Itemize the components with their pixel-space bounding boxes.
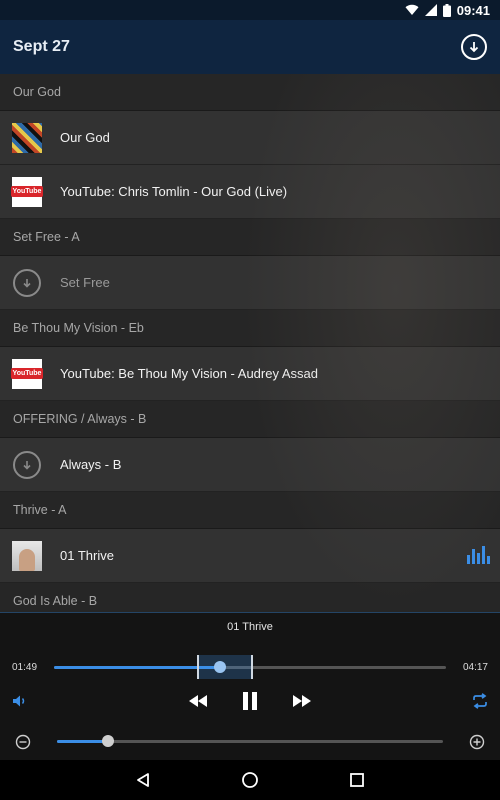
volume-slider-fill	[57, 740, 108, 743]
fast-forward-icon[interactable]	[290, 691, 314, 711]
navigation-bar	[0, 760, 500, 800]
wifi-icon	[405, 4, 419, 16]
album-art-our-god	[12, 122, 42, 153]
home-icon[interactable]	[241, 771, 259, 789]
list-item[interactable]: Always - B	[0, 438, 500, 492]
list-item[interactable]: YouTube YouTube: Chris Tomlin - Our God …	[0, 165, 500, 219]
section-header: Be Thou My Vision - Eb	[0, 310, 500, 347]
pause-icon[interactable]	[238, 689, 262, 713]
plus-icon[interactable]	[468, 733, 486, 751]
loop-region[interactable]	[197, 655, 253, 679]
page-title: Sept 27	[13, 38, 70, 55]
section-header: OFFERING / Always - B	[0, 401, 500, 438]
status-bar: 09:41	[0, 0, 500, 20]
minus-icon[interactable]	[14, 733, 32, 751]
download-icon[interactable]	[13, 450, 41, 479]
rewind-icon[interactable]	[186, 691, 210, 711]
repeat-icon[interactable]	[469, 691, 491, 711]
recents-icon[interactable]	[349, 772, 365, 788]
list-item-label: YouTube: Be Thou My Vision - Audrey Assa…	[60, 366, 318, 381]
media-player: 01 Thrive 01:49 04:17	[0, 612, 500, 761]
volume-slider-thumb[interactable]	[101, 735, 114, 747]
duration-time: 04:17	[462, 662, 488, 673]
list-item[interactable]: 01 Thrive	[0, 529, 500, 583]
section-header: God Is Able - B	[0, 583, 500, 612]
section-header: Our God	[0, 74, 500, 111]
list-item-label: Set Free	[60, 275, 110, 290]
list-item-label: Always - B	[60, 457, 122, 472]
section-header: Set Free - A	[0, 219, 500, 256]
now-playing-title: 01 Thrive	[227, 621, 273, 633]
album-art-thrive	[12, 540, 42, 571]
list-item-label: 01 Thrive	[60, 548, 114, 563]
equalizer-icon	[467, 546, 490, 564]
list-item-label: Our God	[60, 130, 110, 145]
section-header: Thrive - A	[0, 492, 500, 529]
volume-slider[interactable]	[57, 735, 443, 747]
cell-signal-icon	[424, 4, 437, 16]
seek-bar-fill	[54, 666, 221, 669]
elapsed-time: 01:49	[12, 662, 38, 673]
volume-icon[interactable]	[10, 692, 30, 710]
status-time: 09:41	[456, 2, 490, 18]
list-item-label: YouTube: Chris Tomlin - Our God (Live)	[60, 184, 288, 199]
list-item[interactable]: YouTube YouTube: Be Thou My Vision - Aud…	[0, 347, 500, 401]
app-bar: Sept 27	[0, 20, 500, 74]
list-item[interactable]: Our God	[0, 111, 500, 165]
download-icon[interactable]	[13, 268, 41, 297]
setlist[interactable]: Our God Our God YouTube YouTube: Chris T…	[0, 74, 500, 612]
back-icon[interactable]	[135, 772, 151, 788]
list-item[interactable]: Set Free	[0, 256, 500, 310]
download-circle-icon[interactable]	[461, 34, 487, 60]
youtube-icon: YouTube	[10, 358, 44, 389]
battery-icon	[442, 3, 451, 17]
youtube-icon: YouTube	[10, 176, 44, 207]
